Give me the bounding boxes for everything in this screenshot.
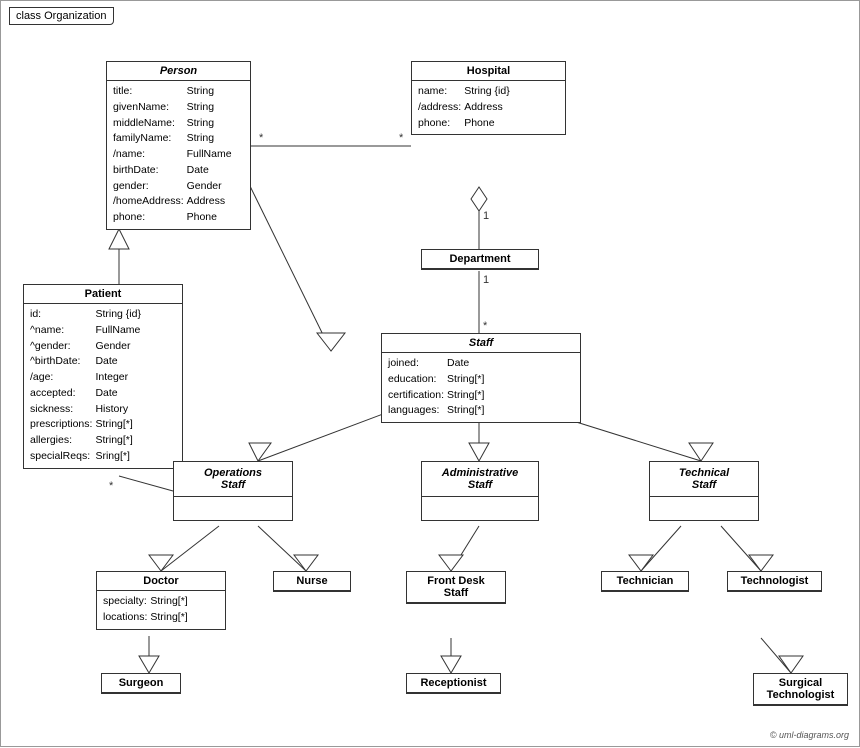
department-class: Department <box>421 249 539 270</box>
surgeon-header: Surgeon <box>102 674 180 693</box>
surgical-technologist-header: SurgicalTechnologist <box>754 674 847 705</box>
department-header: Department <box>422 250 538 269</box>
nurse-header: Nurse <box>274 572 350 591</box>
svg-text:*: * <box>259 132 264 144</box>
patient-class: Patient id:String {id} ^name:FullName ^g… <box>23 284 183 469</box>
svg-text:*: * <box>399 132 404 144</box>
receptionist-class: Receptionist <box>406 673 501 694</box>
administrative-staff-header: AdministrativeStaff <box>422 462 538 497</box>
hospital-body: name:String {id} /address:Address phone:… <box>412 81 565 134</box>
hospital-header: Hospital <box>412 62 565 81</box>
staff-class: Staff joined:Date education:String[*] ce… <box>381 333 581 423</box>
diagram-container: class Organization * * 1 * 1 * <box>0 0 860 747</box>
svg-text:1: 1 <box>483 274 489 286</box>
technologist-header: Technologist <box>728 572 821 591</box>
front-desk-staff-class: Front DeskStaff <box>406 571 506 604</box>
person-body: title:String givenName:String middleName… <box>107 81 250 229</box>
receptionist-header: Receptionist <box>407 674 500 693</box>
surgical-technologist-class: SurgicalTechnologist <box>753 673 848 706</box>
svg-text:*: * <box>483 320 488 332</box>
operations-staff-class: OperationsStaff <box>173 461 293 521</box>
front-desk-staff-header: Front DeskStaff <box>407 572 505 603</box>
operations-staff-header: OperationsStaff <box>174 462 292 497</box>
technician-class: Technician <box>601 571 689 592</box>
staff-body: joined:Date education:String[*] certific… <box>382 353 580 422</box>
svg-text:*: * <box>109 480 114 492</box>
technologist-class: Technologist <box>727 571 822 592</box>
staff-header: Staff <box>382 334 580 353</box>
hospital-class: Hospital name:String {id} /address:Addre… <box>411 61 566 135</box>
technical-staff-header: TechnicalStaff <box>650 462 758 497</box>
nurse-class: Nurse <box>273 571 351 592</box>
technician-header: Technician <box>602 572 688 591</box>
doctor-body: specialty:String[*] locations:String[*] <box>97 591 225 629</box>
svg-text:1: 1 <box>483 210 489 222</box>
administrative-staff-class: AdministrativeStaff <box>421 461 539 521</box>
patient-header: Patient <box>24 285 182 304</box>
person-class: Person title:String givenName:String mid… <box>106 61 251 230</box>
patient-body: id:String {id} ^name:FullName ^gender:Ge… <box>24 304 182 468</box>
surgeon-class: Surgeon <box>101 673 181 694</box>
diagram-title: class Organization <box>9 7 114 25</box>
copyright: © uml-diagrams.org <box>770 730 849 740</box>
person-header: Person <box>107 62 250 81</box>
doctor-class: Doctor specialty:String[*] locations:Str… <box>96 571 226 630</box>
technical-staff-class: TechnicalStaff <box>649 461 759 521</box>
doctor-header: Doctor <box>97 572 225 591</box>
